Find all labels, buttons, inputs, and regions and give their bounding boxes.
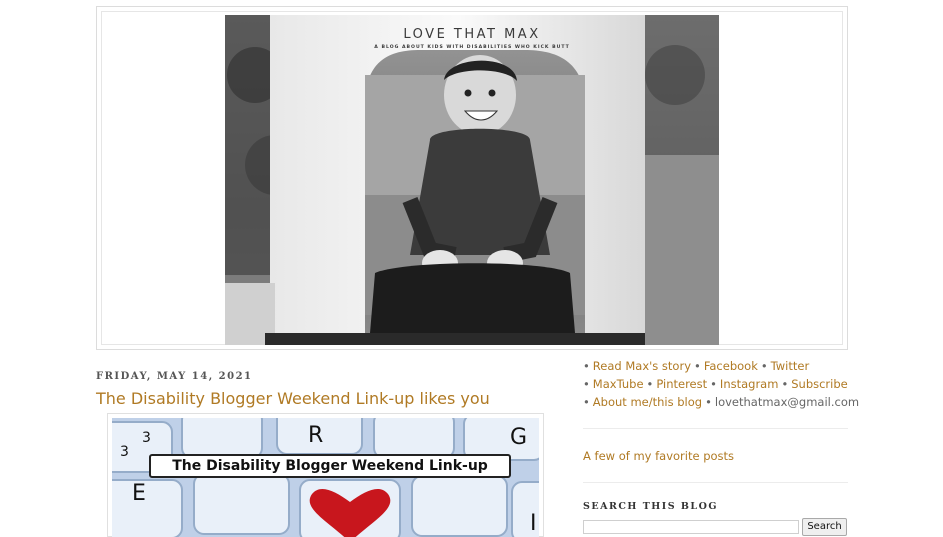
sidebar-links-row-1: • Read Max's story • Facebook • Twitter: [583, 357, 848, 375]
post-image: 3 3 R G E I The Disability Blogger Weeke…: [112, 418, 539, 537]
bullet: •: [646, 377, 654, 391]
bullet: •: [781, 377, 789, 391]
twitter-link[interactable]: Twitter: [771, 359, 810, 373]
post-title-link[interactable]: The Disability Blogger Weekend Link-up l…: [96, 389, 490, 408]
bullet: •: [583, 395, 590, 409]
header-photo[interactable]: LOVE THAT MAX A BLOG ABOUT KIDS WITH DIS…: [225, 15, 719, 345]
facebook-link[interactable]: Facebook: [704, 359, 758, 373]
favorite-posts-link[interactable]: A few of my favorite posts: [583, 449, 734, 463]
sidebar: • Read Max's story • Facebook • Twitter • MaxT…: [583, 357, 859, 411]
svg-text:I: I: [530, 511, 537, 536]
maxtube-link[interactable]: MaxTube: [593, 377, 644, 391]
svg-text:3: 3: [120, 444, 129, 460]
bullet: •: [694, 359, 701, 373]
post-date: FRIDAY, MAY 14, 2021: [96, 371, 253, 382]
svg-text:E: E: [132, 481, 146, 506]
sidebar-links-row-2: • MaxTube • Pinterest • Instagram • Subscribe: [583, 375, 848, 393]
bullet: •: [583, 377, 590, 391]
read-maxs-story-link[interactable]: Read Max's story: [593, 359, 691, 373]
sidebar-divider: [583, 482, 848, 483]
instagram-link[interactable]: Instagram: [720, 377, 779, 391]
pinterest-link[interactable]: Pinterest: [656, 377, 707, 391]
blog-title[interactable]: LOVE THAT MAX: [225, 27, 719, 42]
sidebar-divider: [583, 428, 848, 429]
bullet: •: [583, 359, 590, 373]
blog-description: A BLOG ABOUT KIDS WITH DISABILITIES WHO …: [374, 45, 570, 50]
bullet: •: [760, 359, 768, 373]
about-me-link[interactable]: About me/this blog: [593, 395, 702, 409]
header-photo-image: [225, 15, 719, 345]
svg-text:3: 3: [142, 430, 151, 446]
post-image-frame[interactable]: 3 3 R G E I The Disability Blogger Weeke…: [107, 413, 544, 537]
svg-text:G: G: [510, 425, 527, 450]
subscribe-link[interactable]: Subscribe: [791, 377, 848, 391]
bullet: •: [705, 395, 712, 409]
search-input[interactable]: [583, 520, 799, 534]
svg-text:R: R: [308, 423, 323, 448]
post-image-banner: The Disability Blogger Weekend Link-up: [149, 454, 511, 478]
contact-email: lovethatmax@gmail.com: [714, 395, 860, 409]
search-heading: SEARCH THIS BLOG: [583, 501, 718, 512]
sidebar-links-row-3: • About me/this blog • lovethatmax@gmail.co…: [583, 393, 859, 411]
bullet: •: [710, 377, 717, 391]
search-button[interactable]: Search: [802, 518, 847, 536]
